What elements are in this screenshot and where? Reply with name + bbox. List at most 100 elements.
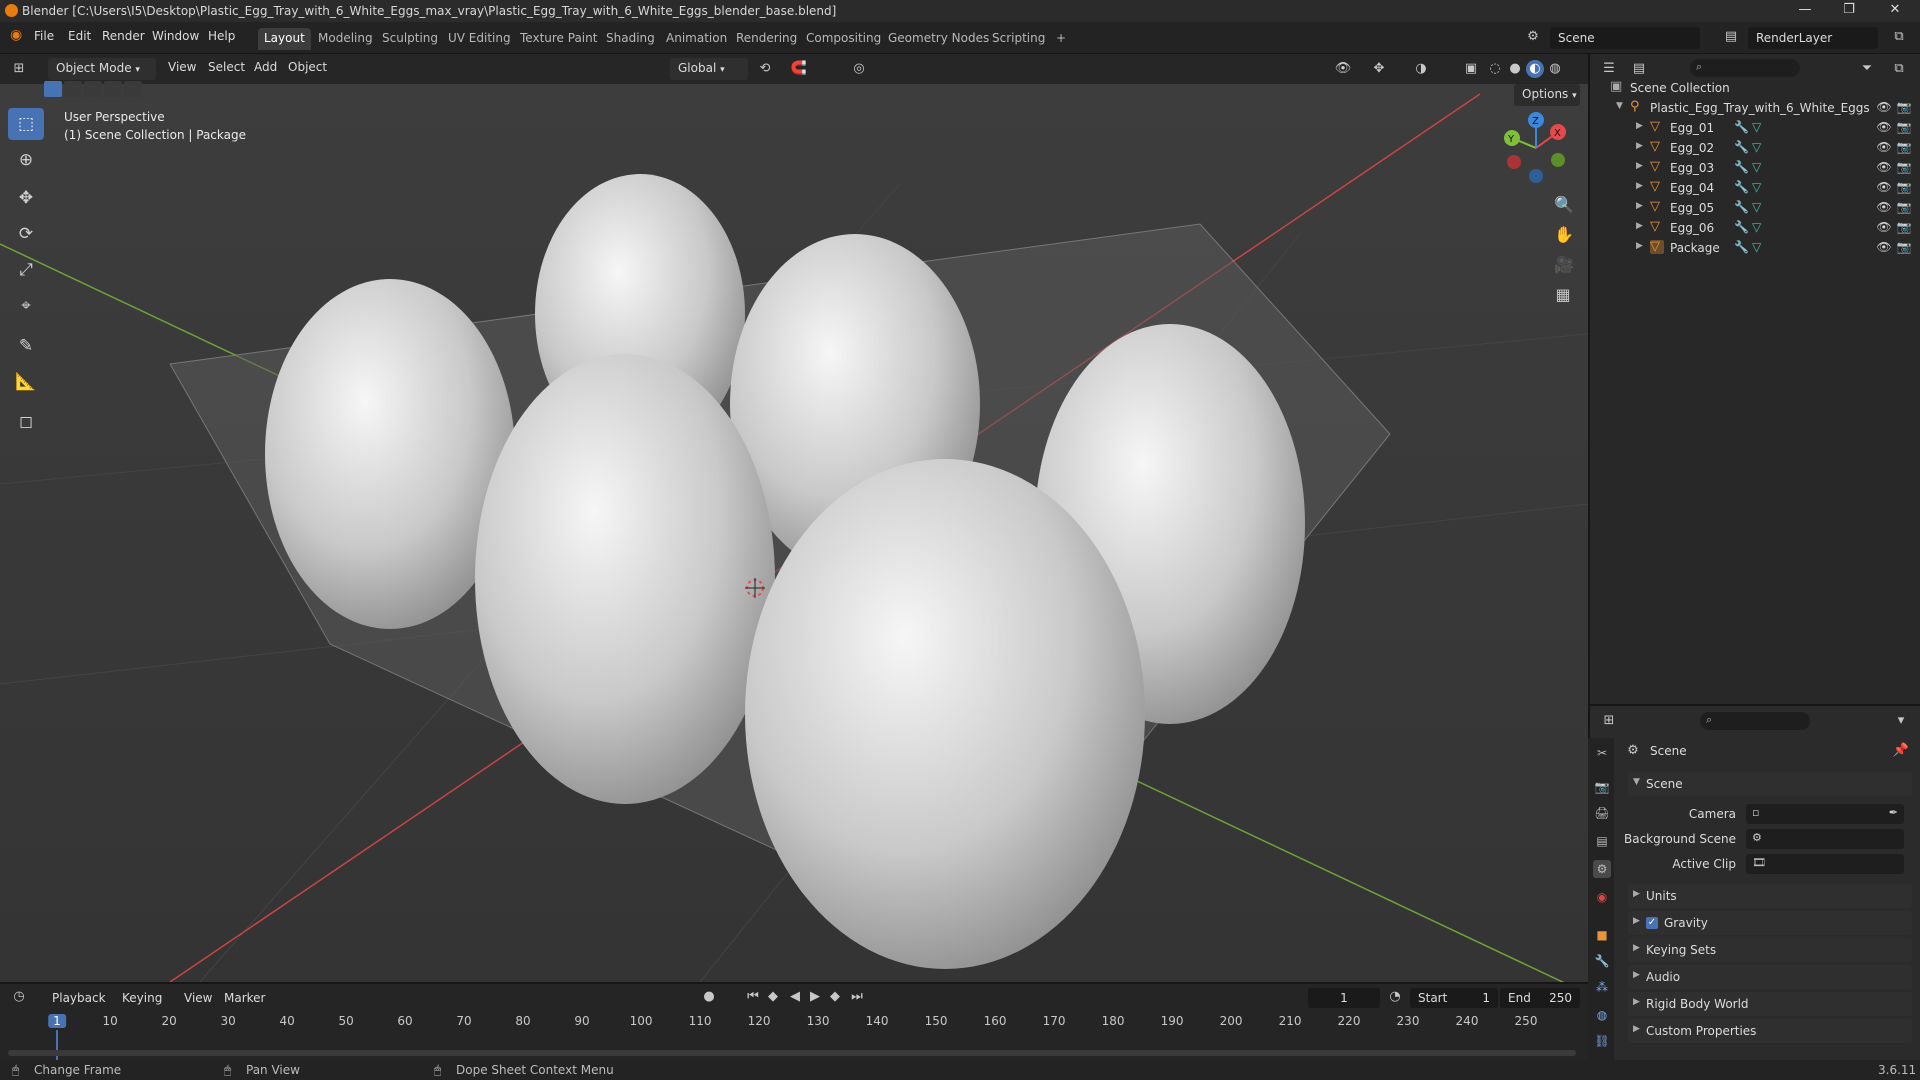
close-icon[interactable]: ✕: [1880, 2, 1910, 20]
mode-dropdown[interactable]: Object Mode ▾: [48, 58, 156, 80]
mesh-data-icon[interactable]: ▽: [1752, 140, 1761, 154]
select-new-icon[interactable]: [44, 81, 62, 97]
overlays-icon[interactable]: ◑: [1412, 60, 1430, 78]
rendered-shading-icon[interactable]: ◍: [1546, 60, 1564, 78]
menu-select[interactable]: Select: [208, 60, 245, 74]
camera-view-icon[interactable]: 🎥: [1554, 256, 1574, 274]
expand-arrow-icon[interactable]: ▶: [1636, 121, 1643, 131]
outliner-row-egg-03[interactable]: ▶ ▽ Egg_03 🔧 ▽ 👁 📷: [1590, 158, 1920, 178]
modifier-tab-icon[interactable]: 🔧: [1593, 952, 1611, 970]
navigation-gizmo[interactable]: X Y Z: [1500, 112, 1572, 184]
constraints-tab-icon[interactable]: ⛓: [1593, 1032, 1611, 1050]
gravity-checkbox[interactable]: ✓: [1646, 917, 1658, 929]
mesh-data-icon[interactable]: ▽: [1752, 180, 1761, 194]
active-clip-field[interactable]: 🎞: [1746, 854, 1904, 874]
menu-view[interactable]: View: [168, 60, 196, 74]
tab-modeling[interactable]: Modeling: [312, 28, 379, 50]
expand-arrow-icon[interactable]: ▶: [1636, 161, 1643, 171]
output-tab-icon[interactable]: 🖨: [1593, 804, 1611, 822]
tool-tab-icon[interactable]: ✂: [1593, 744, 1611, 762]
scale-tool-icon[interactable]: ⤢: [8, 254, 44, 286]
outliner-row-egg-06[interactable]: ▶ ▽ Egg_06 🔧 ▽ 👁 📷: [1590, 218, 1920, 238]
render-camera-icon[interactable]: 📷: [1896, 240, 1912, 256]
display-mode-icon[interactable]: ▤: [1630, 60, 1648, 78]
options-dropdown[interactable]: Options ▾: [1514, 84, 1580, 106]
outliner-search-input[interactable]: ⌕: [1690, 59, 1800, 77]
outliner-row-package[interactable]: ▶ ▽ Package 🔧 ▽ 👁 📷: [1590, 238, 1920, 258]
visibility-eye-icon[interactable]: 👁: [1876, 180, 1892, 196]
modifier-wrench-icon[interactable]: 🔧: [1734, 180, 1749, 194]
rigid-body-world-panel-header[interactable]: ▶ Rigid Body World: [1628, 992, 1912, 1016]
tab-sculpting[interactable]: Sculpting: [376, 28, 444, 50]
view-layer-tab-icon[interactable]: ▤: [1593, 832, 1611, 850]
tab-layout[interactable]: Layout: [258, 28, 311, 50]
transform-orientation-dropdown[interactable]: Global ▾: [670, 58, 748, 80]
mesh-data-icon[interactable]: ▽: [1752, 220, 1761, 234]
egg-06[interactable]: [745, 459, 1145, 969]
transform-tool-icon[interactable]: ⌖: [8, 290, 44, 322]
modifier-wrench-icon[interactable]: 🔧: [1734, 200, 1749, 214]
select-box-tool-icon[interactable]: ⬚: [8, 108, 44, 140]
render-tab-icon[interactable]: 📷: [1593, 778, 1611, 796]
render-camera-icon[interactable]: 📷: [1896, 120, 1912, 136]
visibility-eye-icon[interactable]: 👁: [1876, 100, 1892, 116]
scene-panel-header[interactable]: ▼ Scene: [1628, 772, 1912, 796]
pivot-icon[interactable]: ⟲: [756, 60, 774, 78]
menu-render[interactable]: Render: [102, 29, 145, 43]
visibility-eye-icon[interactable]: 👁: [1876, 200, 1892, 216]
menu-help[interactable]: Help: [208, 29, 235, 43]
snap-icon[interactable]: 🧲: [790, 60, 808, 78]
select-extend-icon[interactable]: [64, 81, 82, 97]
mesh-data-icon[interactable]: ▽: [1752, 200, 1761, 214]
select-invert-icon[interactable]: [104, 81, 122, 97]
visibility-eye-icon[interactable]: 👁: [1876, 240, 1892, 256]
eyedropper-icon[interactable]: ✒: [1889, 806, 1898, 819]
camera-field[interactable]: ▫ ✒: [1746, 804, 1904, 824]
expand-arrow-icon[interactable]: ▶: [1636, 141, 1643, 151]
scene-tab-icon[interactable]: ⚙: [1593, 860, 1611, 878]
scene-selector[interactable]: Scene: [1550, 27, 1700, 49]
world-tab-icon[interactable]: ◉: [1593, 888, 1611, 906]
xray-icon[interactable]: ▣: [1462, 60, 1480, 78]
mesh-data-icon[interactable]: ▽: [1752, 160, 1761, 174]
egg-05[interactable]: [475, 354, 775, 804]
expand-arrow-icon[interactable]: ▶: [1636, 181, 1643, 191]
menu-add[interactable]: Add: [254, 60, 277, 74]
chevron-down-icon[interactable]: ▾: [1892, 712, 1910, 730]
add-cube-tool-icon[interactable]: ◻: [8, 406, 44, 438]
outliner-row-scene-collection[interactable]: ▣ Scene Collection: [1590, 78, 1920, 98]
material-shading-icon[interactable]: ◐: [1526, 60, 1544, 78]
render-camera-icon[interactable]: 📷: [1896, 140, 1912, 156]
tab-shading[interactable]: Shading: [600, 28, 661, 50]
object-tab-icon[interactable]: ■: [1593, 926, 1611, 944]
zoom-icon[interactable]: 🔍: [1554, 196, 1574, 214]
modifier-wrench-icon[interactable]: 🔧: [1734, 220, 1749, 234]
minimize-icon[interactable]: —: [1790, 2, 1820, 20]
rotate-tool-icon[interactable]: ⟳: [8, 218, 44, 250]
expand-arrow-icon[interactable]: ▼: [1616, 101, 1623, 111]
3d-viewport[interactable]: User Perspective (1) Scene Collection | …: [0, 84, 1588, 982]
outliner-row-egg-01[interactable]: ▶ ▽ Egg_01 🔧 ▽ 👁 📷: [1590, 118, 1920, 138]
move-tool-icon[interactable]: ✥: [8, 182, 44, 214]
menu-window[interactable]: Window: [152, 29, 199, 43]
tab-scripting[interactable]: Scripting: [986, 28, 1051, 50]
tab-uv-editing[interactable]: UV Editing: [442, 28, 517, 50]
view-layer-selector[interactable]: RenderLayer: [1748, 27, 1878, 49]
outliner-editor-icon[interactable]: ☰: [1600, 60, 1618, 78]
select-subtract-icon[interactable]: [84, 81, 102, 97]
tab-geometry-nodes[interactable]: Geometry Nodes: [882, 28, 995, 50]
solid-shading-icon[interactable]: ●: [1506, 60, 1524, 78]
mesh-data-icon[interactable]: ▽: [1752, 120, 1761, 134]
particles-tab-icon[interactable]: ⁂: [1593, 978, 1611, 996]
visibility-eye-icon[interactable]: 👁: [1876, 220, 1892, 236]
audio-panel-header[interactable]: ▶ Audio: [1628, 965, 1912, 989]
modifier-wrench-icon[interactable]: 🔧: [1734, 120, 1749, 134]
visibility-eye-icon[interactable]: 👁: [1876, 160, 1892, 176]
mesh-data-icon[interactable]: ▽: [1752, 240, 1761, 254]
render-camera-icon[interactable]: 📷: [1896, 160, 1912, 176]
expand-arrow-icon[interactable]: ▶: [1636, 221, 1643, 231]
properties-search-input[interactable]: ⌕: [1700, 712, 1810, 730]
menu-file[interactable]: File: [34, 29, 54, 43]
blender-menu-icon[interactable]: ◉: [10, 27, 22, 43]
annotate-tool-icon[interactable]: ✎: [8, 330, 44, 362]
